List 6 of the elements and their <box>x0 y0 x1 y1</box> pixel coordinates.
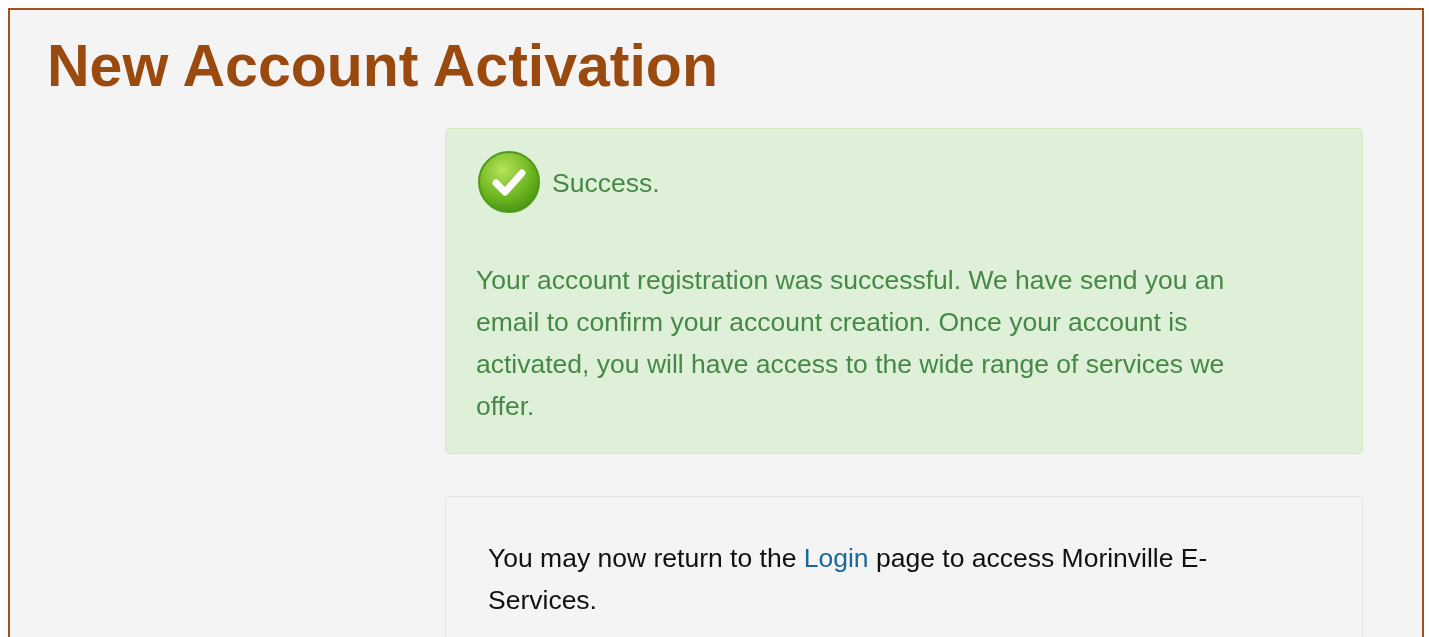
page-title: New Account Activation <box>47 32 718 100</box>
alert-heading: Success. <box>552 167 660 199</box>
info-text: You may now return to the Login page to access Morinville E-Services. <box>488 542 1209 617</box>
checkmark-icon <box>476 151 542 215</box>
alert-message: Your account registration was successful. We have send you an email to confirm your account creation. Once your account is activated, you will have access to the wide range of services we offer. <box>476 264 1226 423</box>
login-link[interactable]: Login <box>803 543 869 573</box>
